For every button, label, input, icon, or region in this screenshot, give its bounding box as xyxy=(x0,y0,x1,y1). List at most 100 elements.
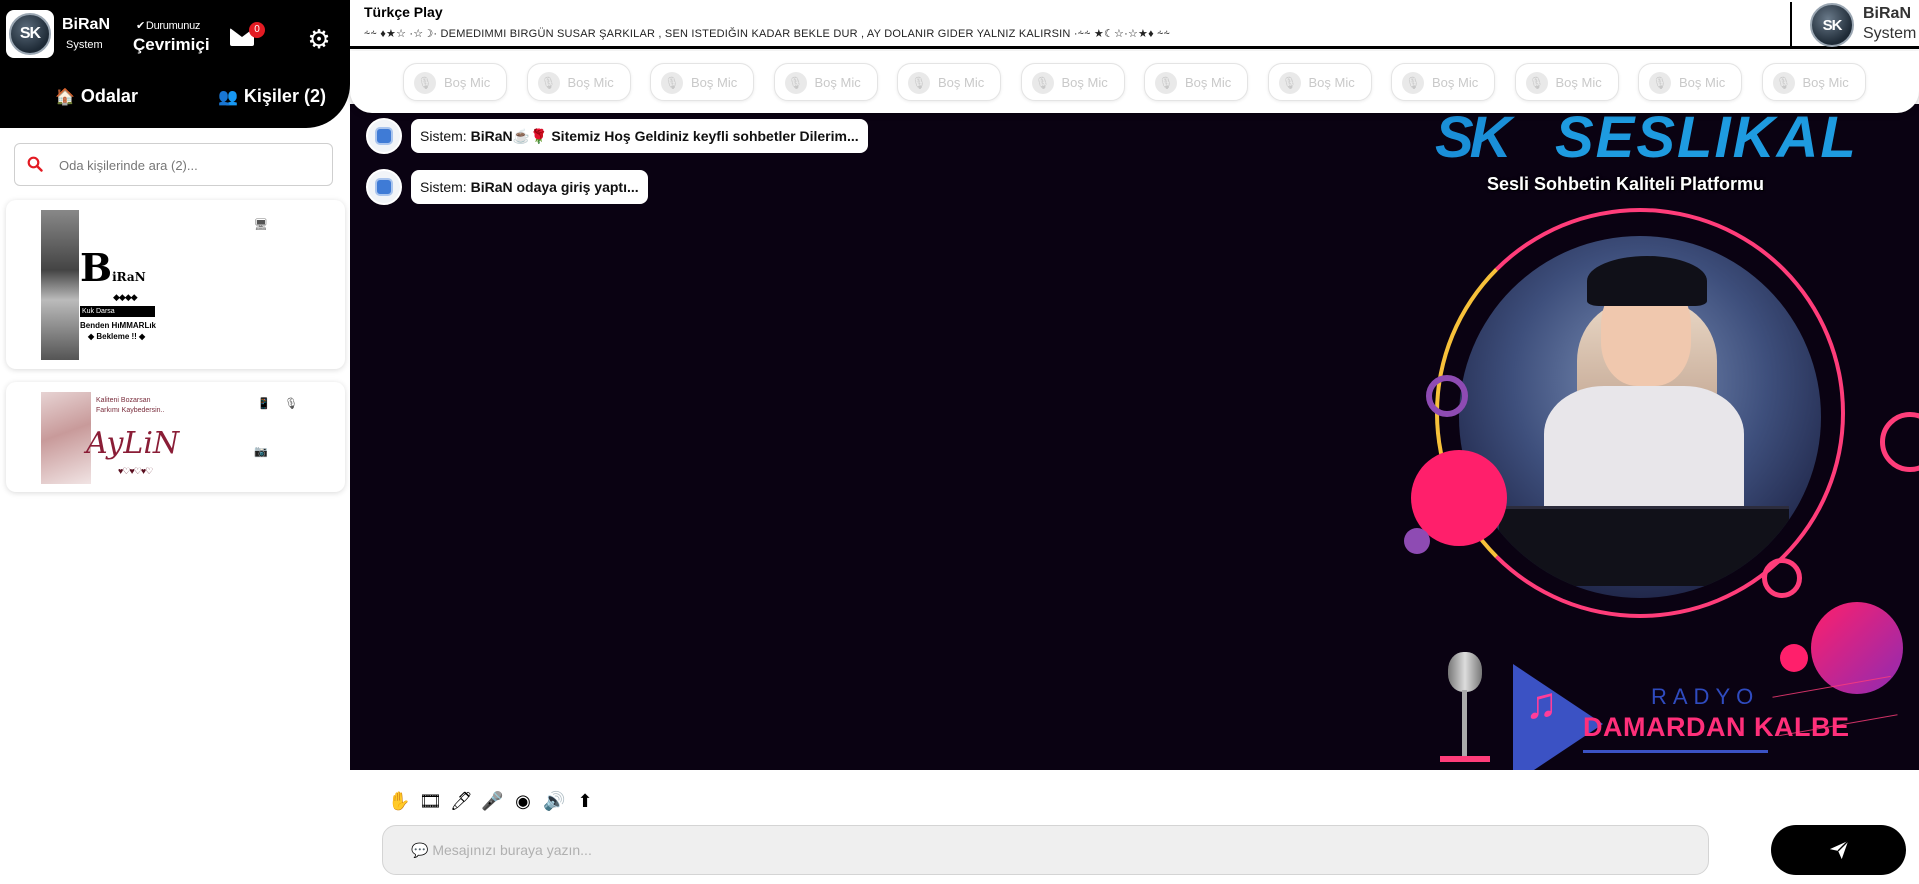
microphone-icon: 🎙 xyxy=(661,72,683,94)
microphone-icon[interactable]: 🎤 xyxy=(481,790,503,812)
mic-slot-label: Boş Mic xyxy=(691,75,738,90)
user-list-item-biran[interactable]: BiRaN ◆◆◆◆ Kuk Darsa Benden HıMMARLık ◆ … xyxy=(6,200,345,369)
home-icon: 🏠 xyxy=(55,89,75,106)
message-sender: Sistem: xyxy=(420,179,467,195)
mail-count-badge: 0 xyxy=(249,22,265,38)
upload-icon[interactable]: ⬆ xyxy=(574,790,596,812)
message-input[interactable] xyxy=(382,825,1709,875)
mic-slot-label: Boş Mic xyxy=(814,75,861,90)
art-mic-base xyxy=(1440,756,1490,762)
user-photo xyxy=(41,210,79,360)
brand-sk: SK xyxy=(1435,105,1512,170)
art-ring-pink xyxy=(1880,412,1919,472)
song-title: DEMEDIMMI BIRGÜN SUSAR ŞARKILAR , SEN IS… xyxy=(440,28,1071,40)
mic-slot-label: Boş Mic xyxy=(938,75,985,90)
status-dropdown[interactable]: Çevrimiçi xyxy=(133,35,210,55)
mic-slot-label: Boş Mic xyxy=(1185,75,1232,90)
nick-art: AyLiN xyxy=(86,426,180,461)
bot-avatar xyxy=(366,118,402,154)
webcam-icon[interactable]: ◉ xyxy=(512,790,534,812)
message-text: BiRaN☕🌹 Sitemiz Hoş Geldiniz keyfli sohb… xyxy=(470,128,859,144)
mic-slot[interactable]: 🎙 Boş Mic xyxy=(1761,63,1866,101)
mic-slot[interactable]: 🎙 Boş Mic xyxy=(650,63,754,101)
logo-icon: SK xyxy=(9,13,51,55)
users-icon: 👥 xyxy=(218,89,238,106)
mic-slot[interactable]: 🎙 Boş Mic xyxy=(1391,63,1495,101)
song-prefix: ⸞⸞ ♦★☆ ·☆☽· xyxy=(364,28,438,40)
brand-tagline: Sesli Sohbetin Kaliteli Platformu xyxy=(1487,174,1765,194)
robot-icon xyxy=(375,178,393,196)
user-nick-art: BiRaN xyxy=(80,245,146,290)
nick-motto-2: ◆ Bekleme !! ◆ xyxy=(88,332,146,341)
mic-slot[interactable]: 🎙 Boş Mic xyxy=(1514,63,1619,101)
microphone-icon: 🎙 xyxy=(784,72,807,94)
mic-slot[interactable]: 🎙 Boş Mic xyxy=(1020,63,1125,101)
mobile-icon: 📱 xyxy=(257,398,271,410)
user-photo xyxy=(41,392,91,484)
mic-slot[interactable]: 🎙 Boş Mic xyxy=(1267,63,1372,101)
dj-deck xyxy=(1499,506,1789,586)
art-ring-pink-small xyxy=(1762,558,1802,598)
gear-icon[interactable]: ⚙ xyxy=(306,26,332,52)
art-ring-purple xyxy=(1426,375,1468,417)
bot-avatar xyxy=(366,169,402,205)
draw-icon[interactable]: 🖊 xyxy=(450,790,473,812)
mic-slot[interactable]: 🎙 Boş Mic xyxy=(1638,63,1742,101)
microphone-icon: 🎙 xyxy=(1278,72,1301,94)
mic-slot-label: Boş Mic xyxy=(1308,75,1355,90)
search-box xyxy=(14,143,333,186)
art-microphone-icon xyxy=(1448,652,1482,692)
user-role: System xyxy=(66,39,103,51)
mic-slot[interactable]: 🎙 Boş Mic xyxy=(403,63,507,101)
sidebar-header: SK BiRaN System ✔Durumunuz Çevrimiçi 0 ⚙… xyxy=(0,0,350,128)
nick-deco: ◆◆◆◆ xyxy=(113,292,138,302)
main-area: Türkçe Play ⸞⸞ ♦★☆ ·☆☽· DEMEDIMMI BIRGÜN… xyxy=(350,0,1919,884)
dj-image xyxy=(1459,236,1821,598)
nick-rest: iRaN xyxy=(112,270,146,284)
tab-rooms[interactable]: 🏠 Odalar xyxy=(55,86,138,107)
microphone-icon: 🎙 xyxy=(1525,72,1548,94)
mic-slot-label: Boş Mic xyxy=(444,75,491,90)
room-title: Türkçe Play xyxy=(364,4,443,20)
send-icon xyxy=(1829,840,1849,860)
nick-motto-1: Benden HıMMARLık xyxy=(80,321,156,330)
tab-people[interactable]: 👥 Kişiler (2) xyxy=(218,86,326,107)
check-icon: ✔ xyxy=(136,20,145,32)
mic-slot-label: Boş Mic xyxy=(1555,75,1602,90)
song-suffix: ·⸞⸞ ★☾☆·☆★♦ ⸞⸞ xyxy=(1073,28,1171,40)
hand-icon[interactable]: ✋ xyxy=(388,790,410,812)
speaker-icon[interactable]: 🔊 xyxy=(543,790,565,812)
microphone-icon: 🎙 xyxy=(908,72,930,94)
art-dot-pink xyxy=(1780,644,1808,672)
tab-rooms-label: Odalar xyxy=(80,86,138,106)
music-note-icon: ♫ xyxy=(1525,679,1558,728)
sidebar: SK BiRaN System ✔Durumunuz Çevrimiçi 0 ⚙… xyxy=(0,0,350,884)
mic-slot[interactable]: 🎙 Boş Mic xyxy=(526,63,631,101)
room-now-playing: ⸞⸞ ♦★☆ ·☆☽· DEMEDIMMI BIRGÜN SUSAR ŞARKI… xyxy=(364,26,1170,41)
header-user-role: System xyxy=(1863,25,1917,42)
mic-slot-label: Boş Mic xyxy=(1679,75,1726,90)
camera-icon[interactable]: 📷 xyxy=(254,445,268,458)
mic-slot[interactable]: 🎙 Boş Mic xyxy=(1144,63,1248,101)
mic-bar: 🎙 Boş Mic 🎙 Boş Mic 🎙 Boş Mic 🎙 Boş Mic 🎙 Boş Mic… xyxy=(350,51,1919,113)
user-list-item-aylin[interactable]: Kaliteni Bozarsan Farkımı Kaybedersin.. … xyxy=(6,382,345,492)
message-sender: Sistem: xyxy=(420,128,467,144)
mic-slot[interactable]: 🎙 Boş Mic xyxy=(897,63,1001,101)
art-dot-purple xyxy=(1404,528,1430,554)
microphone-icon: 🎙 xyxy=(1031,72,1054,94)
microphone-icon: 🎙 xyxy=(1772,72,1795,94)
search-input[interactable] xyxy=(59,150,324,180)
microphone-icon: 🎙 xyxy=(537,72,560,94)
search-icon xyxy=(27,156,43,172)
microphone-icon: 🎙 xyxy=(284,398,298,410)
nick-motto-text: Kaliteni Bozarsan Farkımı Kaybedersin.. xyxy=(96,397,165,414)
message-composer xyxy=(382,825,1919,875)
send-button[interactable] xyxy=(1771,825,1906,875)
mic-slot-label: Boş Mic xyxy=(1432,75,1479,90)
header-user-name: BiRaN xyxy=(1863,5,1912,22)
dj-hat xyxy=(1587,256,1707,306)
mic-slot-label: Boş Mic xyxy=(1061,75,1108,90)
mic-slot[interactable]: 🎙 Boş Mic xyxy=(773,63,878,101)
film-icon[interactable]: 🎞 xyxy=(419,790,442,812)
user-avatar[interactable]: SK xyxy=(6,10,54,58)
